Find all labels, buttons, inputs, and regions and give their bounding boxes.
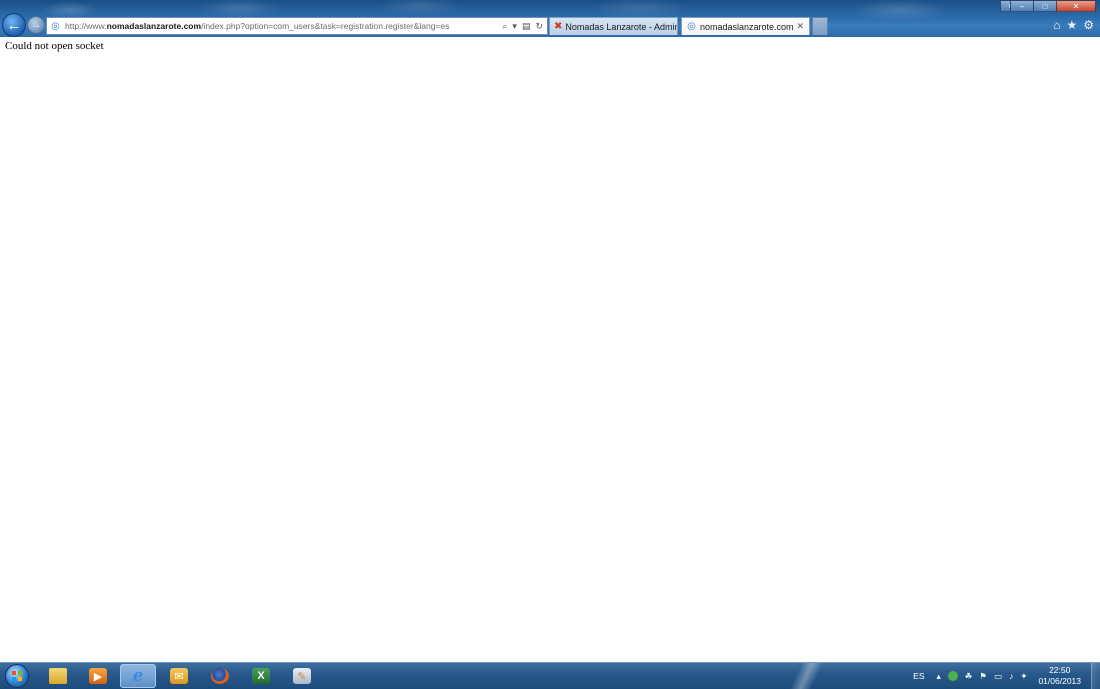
bluetooth-icon[interactable]: ✦ — [1020, 671, 1027, 682]
home-icon[interactable]: ⌂ — [1053, 18, 1060, 32]
taskbar-media-player[interactable]: ▶ — [80, 664, 116, 688]
restore-icon: □ — [1042, 1, 1048, 11]
ie-page-icon: ◎ — [51, 20, 60, 32]
url-path: /index.php?option=com_users&task=registr… — [201, 21, 450, 31]
taskbar: ▶ e ✉ X ✎ ES ▴ ☘ ⚑ ▭ ♪ ✦ 22:50 01/06/201… — [0, 662, 1100, 689]
close-window-button[interactable]: ✕ — [1056, 0, 1096, 12]
system-tray: ES ▴ ☘ ⚑ ▭ ♪ ✦ 22:50 01/06/2013 — [913, 663, 1100, 689]
show-hidden-icons-icon[interactable]: ▴ — [937, 671, 941, 682]
internet-explorer-icon: e — [132, 666, 144, 686]
forward-button[interactable]: → — [27, 16, 45, 34]
taskbar-firefox[interactable] — [202, 664, 238, 688]
clock-date: 01/06/2013 — [1038, 676, 1081, 686]
back-arrow-icon: ← — [6, 16, 22, 34]
minimize-icon: – — [1019, 1, 1025, 11]
windows-logo-icon — [5, 664, 29, 688]
network-share-icon[interactable]: ☘ — [965, 671, 973, 682]
back-button[interactable]: ← — [2, 13, 26, 37]
firefox-icon — [211, 668, 229, 684]
taskbar-explorer[interactable] — [40, 664, 76, 688]
excel-icon: X — [252, 668, 270, 684]
minimize-button[interactable]: – — [1010, 0, 1034, 12]
page-content: Could not open socket — [0, 37, 1100, 662]
url-prefix: http://www. — [65, 21, 107, 31]
ie-page-icon: ◎ — [687, 21, 696, 32]
taskbar-internet-explorer[interactable]: e — [120, 664, 156, 688]
outlook-icon: ✉ — [170, 668, 188, 684]
volume-icon[interactable]: ♪ — [1009, 671, 1013, 681]
forward-arrow-icon: → — [30, 19, 42, 31]
tab-nomadaslanzarote[interactable]: ◎ nomadaslanzarote.com ✕ — [681, 17, 810, 35]
clock[interactable]: 22:50 01/06/2013 — [1038, 665, 1081, 687]
info-icon[interactable] — [947, 671, 958, 681]
clock-time: 22:50 — [1049, 665, 1071, 675]
gear-icon[interactable]: ⚙ — [1083, 18, 1094, 32]
compatibility-view-icon[interactable]: ▤ — [522, 21, 531, 32]
taskbar-paint[interactable]: ✎ — [284, 664, 320, 688]
display-icon[interactable]: ▭ — [994, 671, 1002, 682]
close-tab-icon[interactable]: ✕ — [796, 21, 804, 32]
url-domain: nomadaslanzarote.com — [106, 21, 202, 31]
tab-label: Nomadas Lanzarote - Adminis... — [565, 21, 678, 32]
dropdown-arrow-icon[interactable]: ▾ — [512, 21, 517, 32]
paint-icon: ✎ — [293, 668, 311, 684]
taskbar-excel[interactable]: X — [243, 664, 279, 688]
media-player-icon: ▶ — [89, 668, 107, 684]
taskbar-outlook[interactable]: ✉ — [161, 664, 197, 688]
search-icon[interactable]: ⌕ — [502, 21, 507, 32]
joomla-icon: ✖ — [554, 21, 563, 32]
address-tools: ⌕ ▾ ▤ ↻ — [502, 21, 547, 32]
language-indicator[interactable]: ES — [913, 671, 924, 681]
refresh-icon[interactable]: ↻ — [535, 21, 543, 32]
tab-nomadas-admin[interactable]: ✖ Nomadas Lanzarote - Adminis... — [549, 17, 678, 35]
address-bar[interactable]: ◎ http://www.nomadaslanzarote.com/index.… — [46, 17, 548, 35]
browser-chrome: ← → ◎ http://www.nomadaslanzarote.com/in… — [0, 0, 1100, 37]
new-tab-button[interactable] — [812, 17, 828, 35]
start-button[interactable] — [2, 663, 32, 689]
folder-icon — [49, 668, 67, 684]
tab-label: nomadaslanzarote.com — [700, 21, 794, 32]
url-text[interactable]: http://www.nomadaslanzarote.com/index.ph… — [65, 21, 502, 31]
error-message: Could not open socket — [5, 40, 104, 52]
action-center-flag-icon[interactable]: ⚑ — [979, 671, 987, 682]
command-icons: ⌂ ★ ⚙ — [1053, 18, 1094, 32]
close-icon: ✕ — [1072, 1, 1080, 11]
show-desktop-button[interactable] — [1091, 663, 1100, 689]
favorites-star-icon[interactable]: ★ — [1066, 18, 1077, 32]
restore-button[interactable]: □ — [1033, 0, 1057, 12]
window-controls: – □ ✕ — [1010, 0, 1096, 12]
